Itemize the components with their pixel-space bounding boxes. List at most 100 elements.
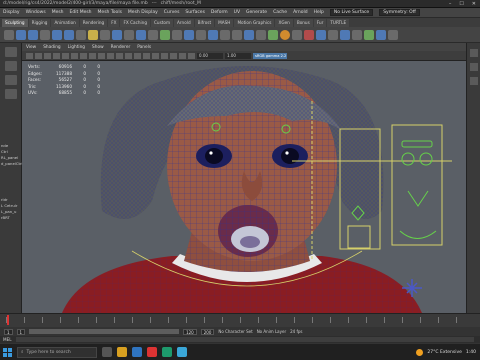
menu-display[interactable]: Display [3, 10, 20, 15]
move-tool-icon[interactable] [4, 75, 17, 85]
mel-label[interactable]: MEL [3, 337, 12, 342]
clone-icon[interactable] [268, 29, 278, 40]
panel-menu-lighting[interactable]: Lighting [68, 45, 85, 50]
lights-icon[interactable] [125, 52, 132, 59]
start-frame-field[interactable]: 1 [4, 328, 13, 335]
outliner-label-4[interactable]: d_panelCtrl [0, 161, 23, 167]
menu-windows[interactable]: Windows [26, 10, 46, 15]
windows-start-icon[interactable] [3, 347, 12, 357]
sculpt-layers-icon[interactable] [220, 29, 230, 40]
outliner-label-8[interactable]: rBRT [0, 215, 21, 221]
panel-menu-renderer[interactable]: Renderer [111, 45, 131, 50]
image-plane-icon[interactable] [53, 52, 60, 59]
end-frame-field[interactable]: 200 [200, 328, 215, 335]
current-frame-marker[interactable] [7, 315, 9, 325]
menu-arnold[interactable]: Arnold [293, 10, 308, 15]
gamma-field[interactable]: 1.00 [225, 52, 251, 59]
clock[interactable]: 1:40 [466, 350, 476, 355]
anim-layer-dropdown[interactable]: No Anim Layer [257, 329, 286, 334]
erase-icon[interactable] [256, 29, 266, 40]
shadows-icon[interactable] [134, 52, 141, 59]
viewport-scene[interactable] [22, 61, 466, 313]
menu-mesh-tools[interactable]: Mesh Tools [98, 10, 122, 15]
wireframe-on-shaded-icon[interactable] [107, 52, 114, 59]
character-set-dropdown[interactable]: No Character Set [218, 329, 252, 334]
task-view-icon[interactable] [102, 347, 112, 357]
freeze-icon[interactable] [208, 29, 218, 40]
photo-app-icon[interactable] [177, 347, 187, 357]
menu-generate[interactable]: Generate [246, 10, 267, 15]
camera-icon[interactable] [328, 29, 338, 40]
maximize-button[interactable]: ☐ [459, 1, 463, 7]
menu-uv[interactable]: UV [234, 10, 240, 15]
tab-fur[interactable]: Fur [313, 18, 327, 27]
menu-cache[interactable]: Cache [273, 10, 287, 15]
tab-arnold[interactable]: Arnold [174, 18, 194, 27]
repeat-icon[interactable] [100, 29, 110, 40]
range-bar[interactable] [29, 329, 180, 334]
tab-motion-graphics[interactable]: Motion Graphics [234, 18, 275, 27]
scrape-icon[interactable] [136, 29, 146, 40]
menu-mesh[interactable]: Mesh [52, 10, 64, 15]
xray-joints-icon[interactable] [188, 52, 195, 59]
sculpt-icon[interactable] [4, 29, 14, 40]
select-tool-icon[interactable] [4, 47, 17, 57]
tab-animation[interactable]: Animation [51, 18, 79, 27]
symmetry-dropdown[interactable]: Symmetry: Off [379, 9, 420, 16]
in-frame-field[interactable]: 1 [16, 328, 26, 335]
mel-input[interactable] [15, 337, 474, 342]
light-icon[interactable] [316, 29, 326, 40]
fill-icon[interactable] [148, 29, 158, 40]
wireframe-icon[interactable] [89, 52, 96, 59]
tab-rendering[interactable]: Rendering [79, 18, 108, 27]
tab-bifrost[interactable]: Bifrost [194, 18, 215, 27]
grid-icon[interactable] [62, 52, 69, 59]
panel-menu-panels[interactable]: Panels [137, 45, 151, 50]
knife-icon[interactable] [160, 29, 170, 40]
tab-custom[interactable]: Custom [151, 18, 174, 27]
tab-xgen[interactable]: XGen [275, 18, 293, 27]
bookmark-icon[interactable] [44, 52, 51, 59]
smooth-shade-icon[interactable] [98, 52, 105, 59]
grab-icon[interactable] [40, 29, 50, 40]
spray-icon[interactable] [88, 29, 98, 40]
viewport-3d[interactable] [22, 61, 466, 313]
arnold-render-icon[interactable] [280, 29, 290, 40]
camera-select-icon[interactable] [26, 52, 33, 59]
tab-rigging[interactable]: Rigging [28, 18, 51, 27]
out-frame-field[interactable]: 120 [183, 328, 197, 335]
smooth-icon[interactable] [16, 29, 26, 40]
relax-icon[interactable] [28, 29, 38, 40]
menu-surfaces[interactable]: Surfaces [185, 10, 205, 15]
menu-help[interactable]: Help [314, 10, 324, 15]
rotate-tool-icon[interactable] [4, 89, 17, 99]
amplify-icon[interactable] [196, 29, 206, 40]
maya-icon[interactable] [162, 347, 172, 357]
mask-icon[interactable] [232, 29, 242, 40]
ambient-occlusion-icon[interactable] [143, 52, 150, 59]
close-button[interactable]: ✕ [472, 1, 476, 7]
panel-menu-shading[interactable]: Shading [43, 45, 60, 50]
weather-text[interactable]: 27°C Extensive [427, 350, 461, 355]
tab-turtle[interactable]: TURTLE [327, 18, 350, 27]
menu-edit-mesh[interactable]: Edit Mesh [70, 10, 92, 15]
blend-shape-icon[interactable] [244, 29, 254, 40]
live-surface-dropdown[interactable]: No Live Surface [329, 9, 374, 16]
graph-editor-icon[interactable] [364, 29, 374, 40]
file-explorer-icon[interactable] [117, 347, 127, 357]
render-view-icon[interactable] [292, 29, 302, 40]
minimize-button[interactable]: – [449, 1, 452, 7]
outliner-icon[interactable] [376, 29, 386, 40]
menu-mesh-display[interactable]: Mesh Display [128, 10, 158, 15]
script-editor-icon[interactable] [388, 29, 398, 40]
wax-icon[interactable] [124, 29, 134, 40]
pinch-icon[interactable] [52, 29, 62, 40]
exposure-field[interactable]: 0.00 [197, 52, 223, 59]
channel-box-icon[interactable] [469, 49, 478, 57]
xray-icon[interactable] [179, 52, 186, 59]
menu-deform[interactable]: Deform [211, 10, 228, 15]
flatten-icon[interactable] [64, 29, 74, 40]
lasso-tool-icon[interactable] [4, 61, 17, 71]
menu-curves[interactable]: Curves [164, 10, 180, 15]
time-slider[interactable] [0, 313, 480, 327]
